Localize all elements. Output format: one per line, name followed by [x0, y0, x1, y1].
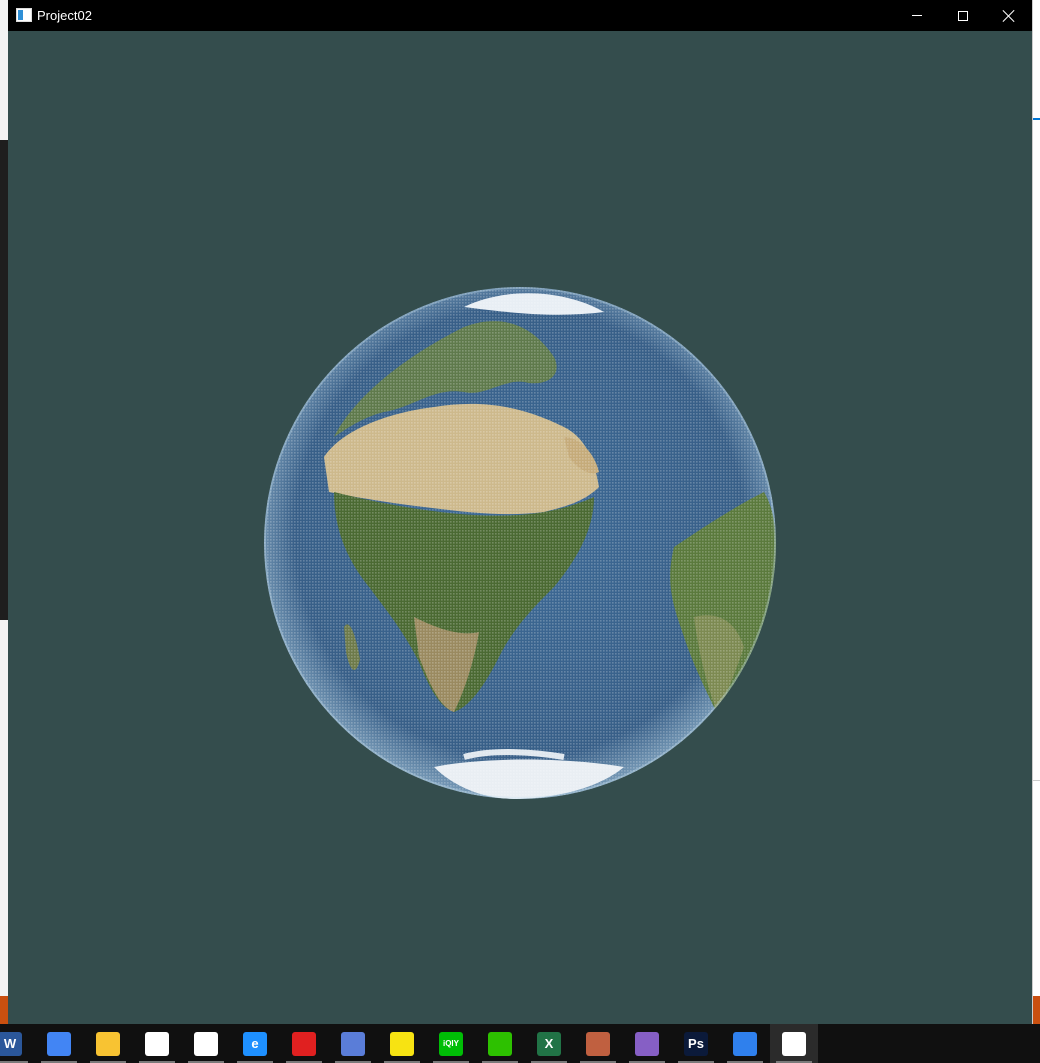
sticky-notes-icon: [390, 1031, 414, 1056]
project02-app-icon: [782, 1031, 806, 1056]
background-window-left: [0, 0, 8, 1024]
file-explorer-icon: [96, 1031, 120, 1056]
photoshop-icon: Ps: [684, 1031, 708, 1056]
taskbar-item-pen-app[interactable]: [721, 1024, 769, 1063]
taskbar-item-photoshop[interactable]: Ps: [672, 1024, 720, 1063]
taskbar: We iQIY X Ps: [0, 1024, 1040, 1063]
browser-icon: e: [243, 1031, 267, 1056]
taskbar-item-security-app[interactable]: [280, 1024, 328, 1063]
minimize-button[interactable]: [894, 0, 940, 31]
background-window-right: [1032, 0, 1040, 1024]
excel-icon: X: [537, 1031, 561, 1056]
chrome-icon: [47, 1031, 71, 1056]
microsoft-store-icon: [145, 1031, 169, 1056]
iqiyi-icon: iQIY: [439, 1031, 463, 1056]
wechat-icon: [488, 1031, 512, 1056]
mail-icon: [194, 1031, 218, 1056]
taskbar-item-photo-app[interactable]: [574, 1024, 622, 1063]
visual-studio-icon: [635, 1031, 659, 1056]
taskbar-item-browser[interactable]: e: [231, 1024, 279, 1063]
taskbar-item-chrome[interactable]: [35, 1024, 83, 1063]
security-app-icon: [292, 1031, 316, 1056]
maximize-icon: [958, 10, 968, 21]
word-icon: W: [0, 1031, 22, 1056]
taskbar-item-mail[interactable]: [182, 1024, 230, 1063]
title-bar[interactable]: Project02: [8, 0, 1032, 31]
feather-app-icon: [341, 1031, 365, 1056]
maximize-button[interactable]: [940, 0, 986, 31]
taskbar-item-iqiyi[interactable]: iQIY: [427, 1024, 475, 1063]
taskbar-item-excel[interactable]: X: [525, 1024, 573, 1063]
close-icon: [1003, 10, 1015, 22]
taskbar-item-sticky-notes[interactable]: [378, 1024, 426, 1063]
minimize-icon: [912, 15, 922, 16]
globe-surface: [264, 287, 776, 799]
pen-app-icon: [733, 1031, 757, 1056]
photo-app-icon: [586, 1031, 610, 1056]
project02-window: Project02: [8, 0, 1032, 1024]
taskbar-item-visual-studio[interactable]: [623, 1024, 671, 1063]
app-window-icon: [16, 8, 32, 22]
taskbar-item-microsoft-store[interactable]: [133, 1024, 181, 1063]
taskbar-item-wechat[interactable]: [476, 1024, 524, 1063]
taskbar-item-word[interactable]: W: [0, 1024, 34, 1063]
close-button[interactable]: [986, 0, 1032, 31]
window-title: Project02: [37, 8, 92, 23]
taskbar-item-feather-app[interactable]: [329, 1024, 377, 1063]
taskbar-item-project02-app[interactable]: [770, 1024, 818, 1063]
earth-globe: [264, 287, 776, 799]
opengl-viewport[interactable]: [8, 31, 1032, 1024]
taskbar-item-file-explorer[interactable]: [84, 1024, 132, 1063]
